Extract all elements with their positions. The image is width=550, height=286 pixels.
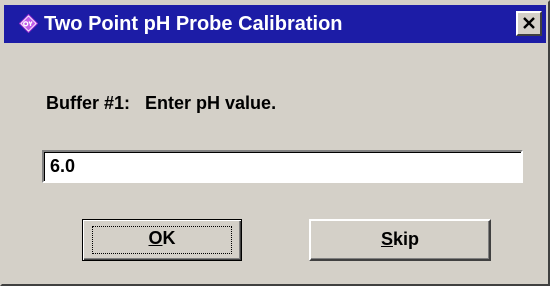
buffer-prompt: Buffer #1: Enter pH value. [46, 92, 276, 114]
skip-button-label: Skip [381, 229, 419, 249]
window-title: Two Point pH Probe Calibration [44, 13, 343, 35]
close-icon [523, 17, 535, 29]
title-bar[interactable]: Two Point pH Probe Calibration [4, 5, 546, 43]
ok-button[interactable]: OK [82, 219, 242, 261]
buffer-label: Buffer #1: [46, 93, 131, 113]
ph-value-input[interactable] [42, 150, 523, 183]
app-logo-icon [18, 13, 39, 34]
calibration-dialog: Two Point pH Probe Calibration Buffer #1… [0, 0, 550, 286]
ok-mnemonic: O [148, 228, 163, 248]
close-button[interactable] [516, 11, 542, 36]
prompt-instruction: Enter pH value. [145, 93, 277, 113]
ok-button-label: OK [148, 228, 175, 248]
skip-mnemonic: S [380, 229, 393, 249]
skip-label-rest: kip [393, 229, 420, 249]
ok-label-rest: K [162, 228, 176, 248]
skip-button[interactable]: Skip [309, 219, 491, 261]
